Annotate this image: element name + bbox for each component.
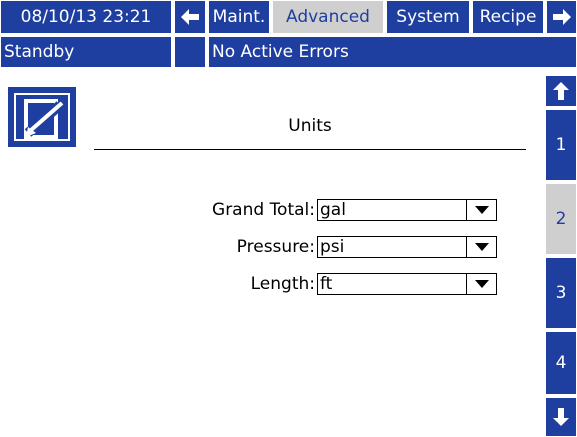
page-tab-1[interactable]: 1 <box>545 109 577 181</box>
pressure-label: Pressure: <box>236 237 315 257</box>
right-arrow-icon <box>552 9 571 25</box>
page-tab-4[interactable]: 4 <box>545 331 577 395</box>
tab-system[interactable]: System <box>386 0 470 34</box>
length-value: ft <box>320 274 333 294</box>
grand-total-label: Grand Total: <box>212 200 315 220</box>
left-arrow-icon <box>181 9 199 25</box>
datetime-display: 08/10/13 23:21 <box>0 0 172 34</box>
page-tab-2[interactable]: 2 <box>545 183 577 255</box>
tab-scroll-right-button[interactable] <box>546 0 577 34</box>
chevron-down-icon[interactable] <box>466 237 496 257</box>
tab-advanced[interactable]: Advanced <box>272 0 384 34</box>
edit-pencil-icon <box>24 99 64 139</box>
down-arrow-icon <box>553 408 569 426</box>
pressure-select[interactable]: psi <box>317 236 497 258</box>
page-title: Units <box>288 116 332 136</box>
length-label: Length: <box>250 274 315 294</box>
error-status: No Active Errors <box>208 36 577 68</box>
tab-scroll-left-button[interactable] <box>174 0 206 34</box>
chevron-down-icon[interactable] <box>466 274 496 294</box>
pressure-value: psi <box>320 237 345 257</box>
system-status: Standby <box>0 36 172 68</box>
length-select[interactable]: ft <box>317 273 497 295</box>
title-divider <box>94 149 526 150</box>
grand-total-value: gal <box>320 200 346 220</box>
page-up-button[interactable] <box>545 75 577 107</box>
tab-maint[interactable]: Maint. <box>208 0 270 34</box>
chevron-down-icon[interactable] <box>466 200 496 220</box>
status-indicator <box>174 36 206 68</box>
edit-mode-button[interactable] <box>8 87 76 147</box>
up-arrow-icon <box>553 82 569 100</box>
tab-recipe[interactable]: Recipe <box>472 0 544 34</box>
grand-total-select[interactable]: gal <box>317 199 497 221</box>
page-tab-3[interactable]: 3 <box>545 257 577 329</box>
page-down-button[interactable] <box>545 397 577 437</box>
